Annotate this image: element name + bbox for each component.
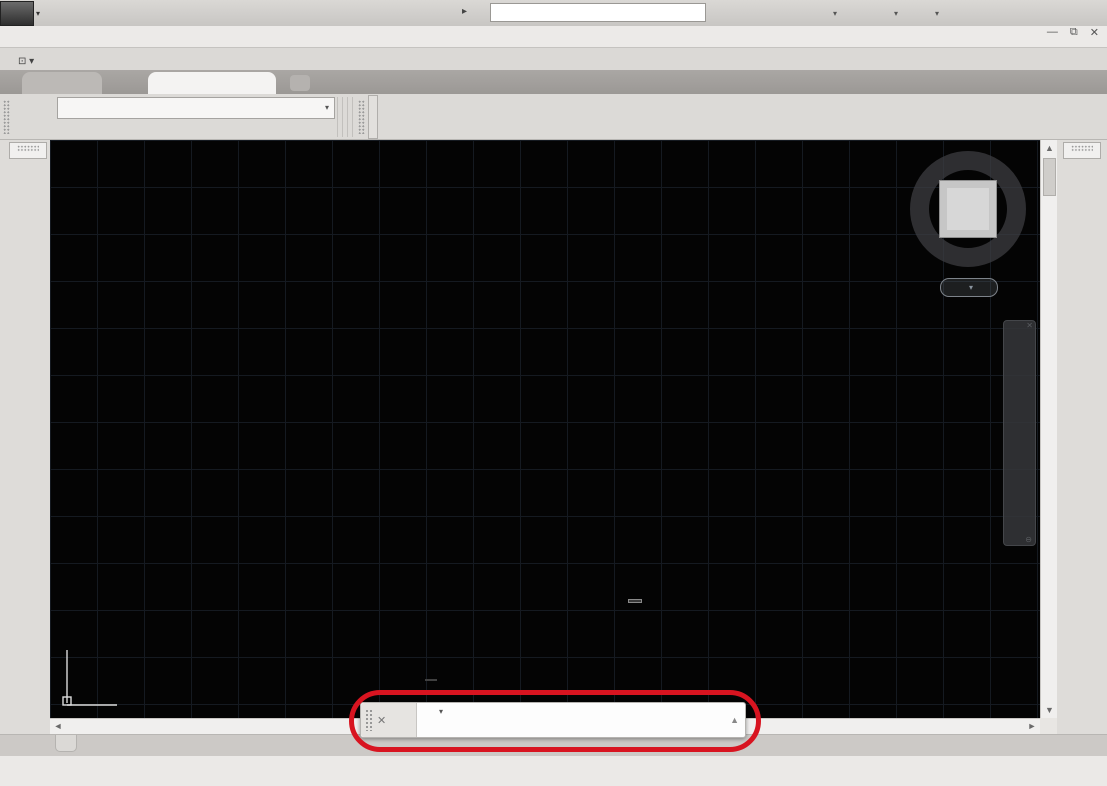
ribbon-minimize-button[interactable]: ⊡ ▾ (18, 56, 34, 70)
panel-grip[interactable] (3, 100, 10, 134)
scroll-right-icon[interactable]: ► (1024, 719, 1040, 734)
ucs-icon (50, 630, 160, 718)
doc-restore-button[interactable]: ⧉ (1070, 26, 1078, 39)
help-icon[interactable] (912, 3, 932, 23)
scroll-left-icon[interactable]: ◄ (50, 719, 66, 734)
search-input[interactable] (490, 3, 706, 22)
window-controls (1019, 0, 1101, 26)
drawing-canvas[interactable]: ▾ ✕ ⊖ (50, 140, 1040, 718)
command-window[interactable]: ✕ ▾ ▲ (360, 702, 746, 738)
scrollbar-corner (1040, 718, 1057, 734)
scroll-up-icon[interactable]: ▲ (1041, 140, 1058, 156)
layer-dropdown-caret-icon[interactable]: ▾ (325, 104, 329, 112)
command-input-area[interactable]: ▾ ▲ (417, 703, 745, 737)
command-expand-icon[interactable]: ▲ (730, 715, 739, 725)
search-icon[interactable] (714, 3, 734, 23)
left-toolbar-strip (0, 140, 50, 734)
modify-toolbar (1063, 142, 1101, 159)
store-cart-icon[interactable] (847, 3, 867, 23)
viewcube[interactable] (910, 151, 1026, 267)
workspace: ▾ ✕ ⊖ ▲ ▼ ◄ ► (0, 140, 1107, 734)
vertical-scroll-thumb[interactable] (1043, 158, 1056, 196)
ribbon-tab-bar: ⊡ ▾ (0, 48, 1107, 70)
file-tab-bar (0, 70, 1107, 94)
signin-caret-icon[interactable]: ▾ (833, 9, 837, 18)
layer-unlock-icon[interactable] (121, 100, 138, 117)
new-layout-button[interactable] (55, 735, 77, 752)
cursor-tooltip (628, 599, 642, 603)
layer-properties-button[interactable] (13, 95, 57, 139)
dimangular-icon (421, 705, 436, 720)
ribbon-toolbar: ▾ (0, 94, 1107, 140)
title-expand-icon[interactable]: ▸ (462, 6, 467, 17)
app-logo[interactable] (0, 1, 34, 26)
layer-on-icon[interactable] (61, 100, 78, 117)
scroll-down-icon[interactable]: ▼ (1041, 702, 1058, 718)
command-window-controls: ✕ (361, 703, 417, 737)
layer-color-swatch[interactable] (141, 100, 158, 117)
panel-grip[interactable] (358, 100, 365, 134)
wcs-dropdown[interactable]: ▾ (940, 278, 998, 297)
share-caret-icon[interactable]: ▾ (894, 9, 898, 18)
command-close-button[interactable]: ✕ (377, 714, 386, 727)
command-customize-button[interactable] (390, 712, 407, 729)
window-title (352, 0, 512, 26)
logo-caret-icon[interactable]: ▾ (36, 9, 40, 18)
vertical-scrollbar[interactable]: ▲ ▼ (1040, 140, 1057, 718)
layer-vp-freeze-icon[interactable] (101, 100, 118, 117)
user-icon[interactable] (736, 3, 756, 23)
toolbar-grip[interactable] (17, 145, 39, 152)
new-file-tab-button[interactable] (290, 75, 310, 91)
toolbar-grip[interactable] (1071, 145, 1093, 152)
file-tab-drawing1[interactable] (148, 72, 276, 94)
a360-share-icon[interactable] (872, 3, 892, 23)
menu-bar: — ⧉ ✕ (0, 26, 1107, 48)
viewcube-top-face[interactable] (939, 180, 997, 238)
right-toolbar-strip (1057, 140, 1107, 734)
navbar-close-icon[interactable]: ✕ (1026, 321, 1033, 330)
draw-toolbar (9, 142, 47, 159)
command-options-caret-icon[interactable]: ▾ (439, 708, 443, 716)
help-caret-icon[interactable]: ▾ (935, 9, 939, 18)
command-grip[interactable] (365, 709, 373, 731)
title-bar: ▾ ▸ ▾ ▾ ▾ (0, 0, 1107, 26)
doc-close-button[interactable]: ✕ (1090, 26, 1099, 39)
command-history-line (425, 679, 437, 681)
standards-panel (368, 95, 378, 139)
status-bar (0, 756, 1107, 786)
file-tab-start[interactable] (22, 72, 102, 94)
canvas-overlay (50, 140, 1040, 718)
document-window-controls: — ⧉ ✕ (1047, 26, 1099, 39)
layer-dropdown[interactable]: ▾ (57, 97, 335, 119)
navbar-customize-icon[interactable]: ⊖ (1025, 535, 1032, 544)
wcs-caret-icon: ▾ (969, 284, 973, 292)
doc-minimize-button[interactable]: — (1047, 26, 1058, 39)
navigation-bar: ✕ ⊖ (1003, 320, 1036, 546)
layer-thaw-icon[interactable] (81, 100, 98, 117)
command-prompt (421, 720, 741, 737)
